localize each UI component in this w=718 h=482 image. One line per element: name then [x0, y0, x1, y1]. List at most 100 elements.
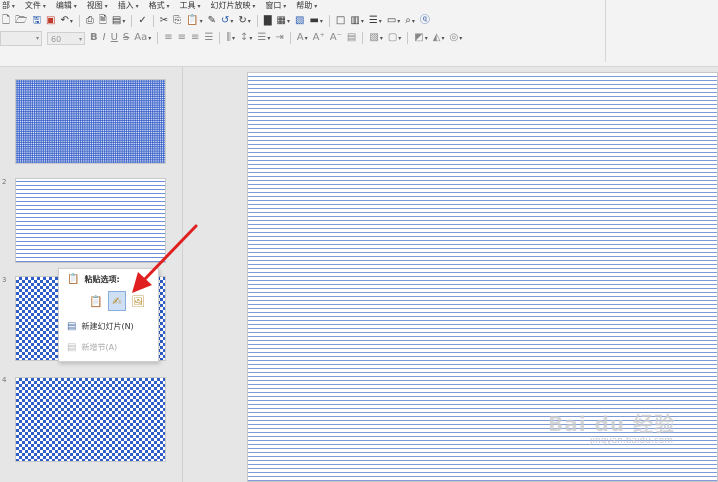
- toolbar-separator: [219, 32, 221, 44]
- font-color-icon[interactable]: A: [297, 31, 304, 45]
- chevron-down-icon[interactable]: ▾: [361, 18, 364, 25]
- chevron-down-icon[interactable]: ▾: [320, 18, 323, 25]
- menu-insert[interactable]: 插入: [118, 0, 139, 12]
- effects-icon[interactable]: ◎: [449, 31, 458, 45]
- underline-button[interactable]: U: [111, 31, 118, 45]
- save-icon[interactable]: 🖫: [32, 14, 41, 28]
- watermark-url: jingyan.baidu.com: [590, 436, 674, 446]
- toolbar-separator: [131, 15, 133, 27]
- copy-icon[interactable]: ⎘: [173, 14, 181, 28]
- open-icon[interactable]: 🗁: [15, 14, 27, 28]
- toolbar-separator: [362, 32, 364, 44]
- chevron-down-icon[interactable]: ▾: [379, 18, 382, 25]
- menu-view[interactable]: 视图: [87, 0, 108, 12]
- justify-icon[interactable]: ☰: [204, 31, 213, 45]
- chevron-down-icon[interactable]: ▾: [148, 35, 151, 42]
- spellcheck-icon[interactable]: ✓: [138, 14, 146, 28]
- view-icon[interactable]: ▥: [350, 14, 359, 28]
- menu-file[interactable]: 文件: [25, 0, 46, 12]
- toolbar-separator: [289, 32, 291, 44]
- fill-icon[interactable]: ◩: [414, 31, 423, 45]
- menu-slideshow[interactable]: 幻灯片放映: [210, 0, 255, 12]
- menubar: 部 文件 编辑 视图 插入 格式 工具 幻灯片放映 窗口 帮助: [0, 0, 317, 12]
- shrink-font-icon[interactable]: A⁻: [330, 31, 342, 45]
- cut-icon[interactable]: ✂: [160, 14, 168, 28]
- chevron-down-icon[interactable]: ▾: [249, 35, 252, 42]
- display-icon[interactable]: ▬: [309, 14, 318, 28]
- columns-icon[interactable]: ⫼: [226, 31, 231, 45]
- bold-button[interactable]: B: [90, 31, 98, 45]
- arrange-icon[interactable]: ▧: [369, 31, 378, 45]
- menu-tools[interactable]: 工具: [180, 0, 201, 12]
- use-destination-icon[interactable]: ✍: [108, 291, 126, 311]
- menu-help[interactable]: 帮助: [296, 0, 317, 12]
- pane-splitter[interactable]: [182, 67, 183, 482]
- chevron-down-icon[interactable]: ▾: [398, 35, 401, 42]
- grow-font-icon[interactable]: A⁺: [313, 31, 325, 45]
- chevron-down-icon[interactable]: ▾: [397, 18, 400, 25]
- chevron-down-icon[interactable]: ▾: [200, 18, 203, 25]
- chevron-down-icon[interactable]: ▾: [122, 18, 125, 25]
- align-right-icon[interactable]: ≡: [191, 31, 199, 45]
- italic-button[interactable]: I: [103, 31, 106, 45]
- change-case-button[interactable]: Aa: [134, 31, 147, 45]
- strikethrough-button[interactable]: S: [123, 31, 129, 45]
- watermark-logo: Bai du 经验: [548, 412, 676, 436]
- undo-history-icon[interactable]: ↶: [60, 14, 68, 28]
- indent-icon[interactable]: ⇥: [275, 31, 283, 45]
- new-slide-icon: ▤: [67, 321, 77, 332]
- line-spacing-icon[interactable]: ↕: [240, 31, 248, 45]
- zoom-icon[interactable]: ⌕: [405, 14, 411, 28]
- menu-format[interactable]: 格式: [149, 0, 170, 12]
- text-box-icon[interactable]: ▤: [347, 31, 356, 45]
- preview-icon[interactable]: 🗎: [99, 14, 107, 28]
- slide-thumbnail-2[interactable]: [15, 178, 166, 263]
- font-size-value: 60: [51, 34, 62, 44]
- keep-source-icon[interactable]: 📋: [87, 291, 105, 311]
- comment-icon[interactable]: ▭: [387, 14, 396, 28]
- slide-thumbnail-1[interactable]: [15, 79, 166, 164]
- line-color-icon[interactable]: ◭: [433, 31, 441, 45]
- chevron-down-icon[interactable]: ▾: [70, 18, 73, 25]
- chevron-down-icon[interactable]: ▾: [441, 35, 444, 42]
- menu-edit[interactable]: 编辑: [56, 0, 77, 12]
- chevron-down-icon[interactable]: ▾: [230, 18, 233, 25]
- chevron-down-icon[interactable]: ▾: [380, 35, 383, 42]
- picture-icon[interactable]: 🖼: [129, 291, 147, 311]
- align-left-icon[interactable]: ≡: [164, 31, 172, 45]
- shape-icon[interactable]: ▢: [388, 31, 397, 45]
- chart-icon[interactable]: ▇: [264, 14, 272, 28]
- menu-home[interactable]: 部: [2, 0, 15, 12]
- new-icon[interactable]: 🗋: [2, 14, 10, 28]
- chevron-down-icon[interactable]: ▾: [287, 18, 290, 25]
- chevron-down-icon[interactable]: ▾: [232, 35, 235, 42]
- slide-thumbnail-4[interactable]: [15, 377, 166, 462]
- chevron-down-icon[interactable]: ▾: [248, 18, 251, 25]
- ribbon: 部 文件 编辑 视图 插入 格式 工具 幻灯片放映 窗口 帮助 🗋 🗁 🖫 ▣ …: [0, 0, 718, 67]
- chevron-down-icon[interactable]: ▾: [425, 35, 428, 42]
- print-icon[interactable]: ⎙: [86, 14, 94, 28]
- chevron-down-icon[interactable]: ▾: [267, 35, 270, 42]
- copy-format-icon[interactable]: ▤: [112, 14, 121, 28]
- brush-icon[interactable]: ✎: [208, 14, 216, 28]
- bullets-icon[interactable]: ☰: [257, 31, 266, 45]
- text-icon[interactable]: ☰: [369, 14, 378, 28]
- font-size-select[interactable]: 60 ▾: [47, 31, 85, 45]
- chevron-down-icon[interactable]: ▾: [412, 18, 415, 25]
- undo-icon[interactable]: ↺: [221, 14, 229, 28]
- table-icon[interactable]: ▦: [277, 14, 286, 28]
- chevron-down-icon[interactable]: ▾: [305, 35, 308, 42]
- ribbon-divider: [605, 0, 606, 62]
- align-center-icon[interactable]: ≡: [178, 31, 186, 45]
- pdf-icon[interactable]: ▣: [46, 14, 55, 28]
- paste-icon[interactable]: 📋: [186, 14, 198, 28]
- chevron-down-icon[interactable]: ▾: [459, 35, 462, 42]
- help-icon[interactable]: ⓠ: [420, 14, 430, 28]
- menu-item-new-slide[interactable]: ▤ 新建幻灯片(N): [67, 321, 134, 332]
- image-icon[interactable]: ▧: [295, 14, 304, 28]
- redo-icon[interactable]: ↻: [238, 14, 246, 28]
- chevron-down-icon: ▾: [35, 34, 39, 42]
- menu-window[interactable]: 窗口: [265, 0, 286, 12]
- layout-icon[interactable]: □: [336, 14, 345, 28]
- font-name-select[interactable]: ▾: [0, 30, 42, 46]
